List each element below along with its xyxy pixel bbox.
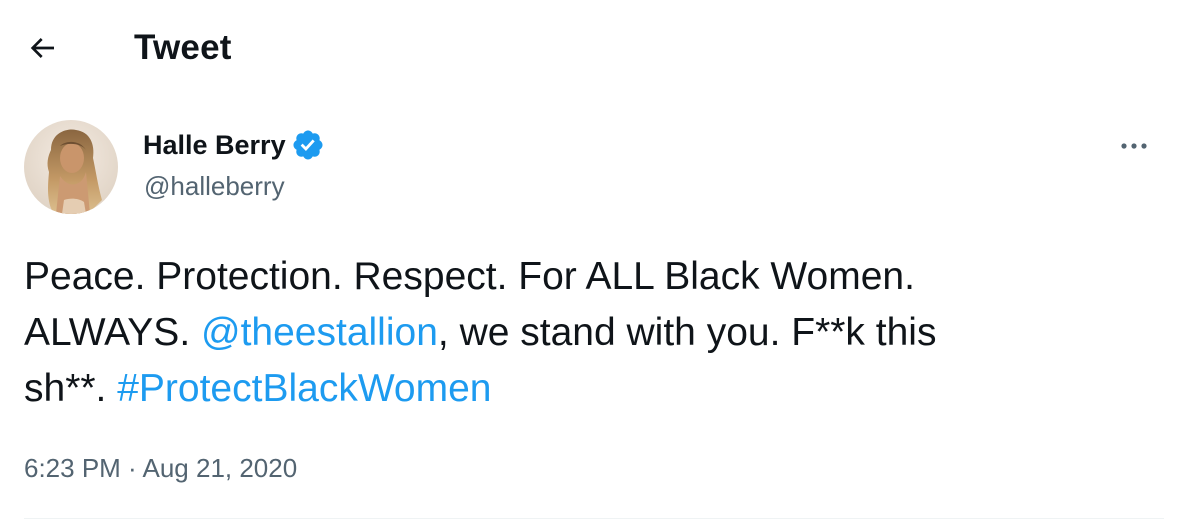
author-handle[interactable]: @halleberry bbox=[144, 168, 285, 204]
divider bbox=[24, 518, 1164, 519]
verified-badge-icon bbox=[293, 130, 323, 160]
tweet-text: Peace. Protection. Respect. For ALL Blac… bbox=[24, 249, 1164, 417]
tweet-text-line-1: Peace. Protection. Respect. For ALL Blac… bbox=[24, 255, 915, 298]
avatar-photo bbox=[24, 120, 118, 214]
arrow-left-icon bbox=[30, 38, 54, 58]
author-name[interactable]: Halle Berry bbox=[143, 127, 286, 163]
tweet-text-segment: ALWAYS. bbox=[24, 311, 201, 354]
tweet-text-segment: , we stand with you. F**k this bbox=[437, 311, 937, 354]
tweet-header: Tweet bbox=[0, 0, 1187, 96]
page-title: Tweet bbox=[134, 28, 232, 67]
tweet-timestamp[interactable]: 6:23 PM · Aug 21, 2020 bbox=[24, 451, 297, 485]
tweet-text-segment: sh**. bbox=[24, 367, 118, 410]
more-options-button[interactable] bbox=[1114, 130, 1154, 162]
author-avatar[interactable] bbox=[24, 120, 118, 214]
hashtag-link[interactable]: #ProtectBlackWomen bbox=[117, 367, 491, 410]
mention-link[interactable]: @theestallion bbox=[201, 311, 438, 354]
author-name-row: Halle Berry bbox=[143, 127, 325, 163]
back-button[interactable] bbox=[22, 28, 62, 68]
more-horizontal-icon bbox=[1121, 143, 1147, 149]
